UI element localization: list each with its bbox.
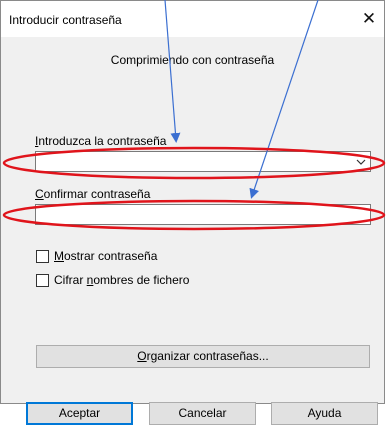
cancel-button[interactable]: Cancelar [149, 402, 256, 425]
title-bar: Introducir contraseña ✕ [1, 1, 384, 37]
dialog-title: Introducir contraseña [9, 13, 122, 27]
dialog-subtitle: Comprimiendo con contraseña [110, 53, 275, 67]
encrypt-filenames-label: Cifrar nombres de fichero [54, 273, 190, 287]
checkbox-box[interactable] [36, 273, 49, 287]
encrypt-filenames-checkbox[interactable]: Cifrar nombres de fichero [36, 272, 189, 288]
checkbox-box[interactable] [36, 249, 49, 263]
show-password-checkbox[interactable]: Mostrar contraseña [36, 248, 157, 264]
close-icon[interactable]: ✕ [360, 10, 378, 28]
help-button[interactable]: Ayuda [271, 402, 378, 425]
password-dialog: Introducir contraseña ✕ Comprimiendo con… [0, 0, 385, 425]
organize-passwords-button[interactable]: Organizar contraseñas... [36, 345, 370, 368]
show-password-label: Mostrar contraseña [54, 249, 158, 263]
chevron-down-icon[interactable] [354, 154, 368, 169]
ok-button[interactable]: Aceptar [26, 402, 133, 425]
confirm-password-field[interactable] [35, 204, 371, 225]
password-combobox[interactable] [35, 151, 371, 172]
confirm-label: Confirmar contraseña [35, 187, 151, 201]
password-label: Introduzca la contraseña [35, 134, 167, 148]
